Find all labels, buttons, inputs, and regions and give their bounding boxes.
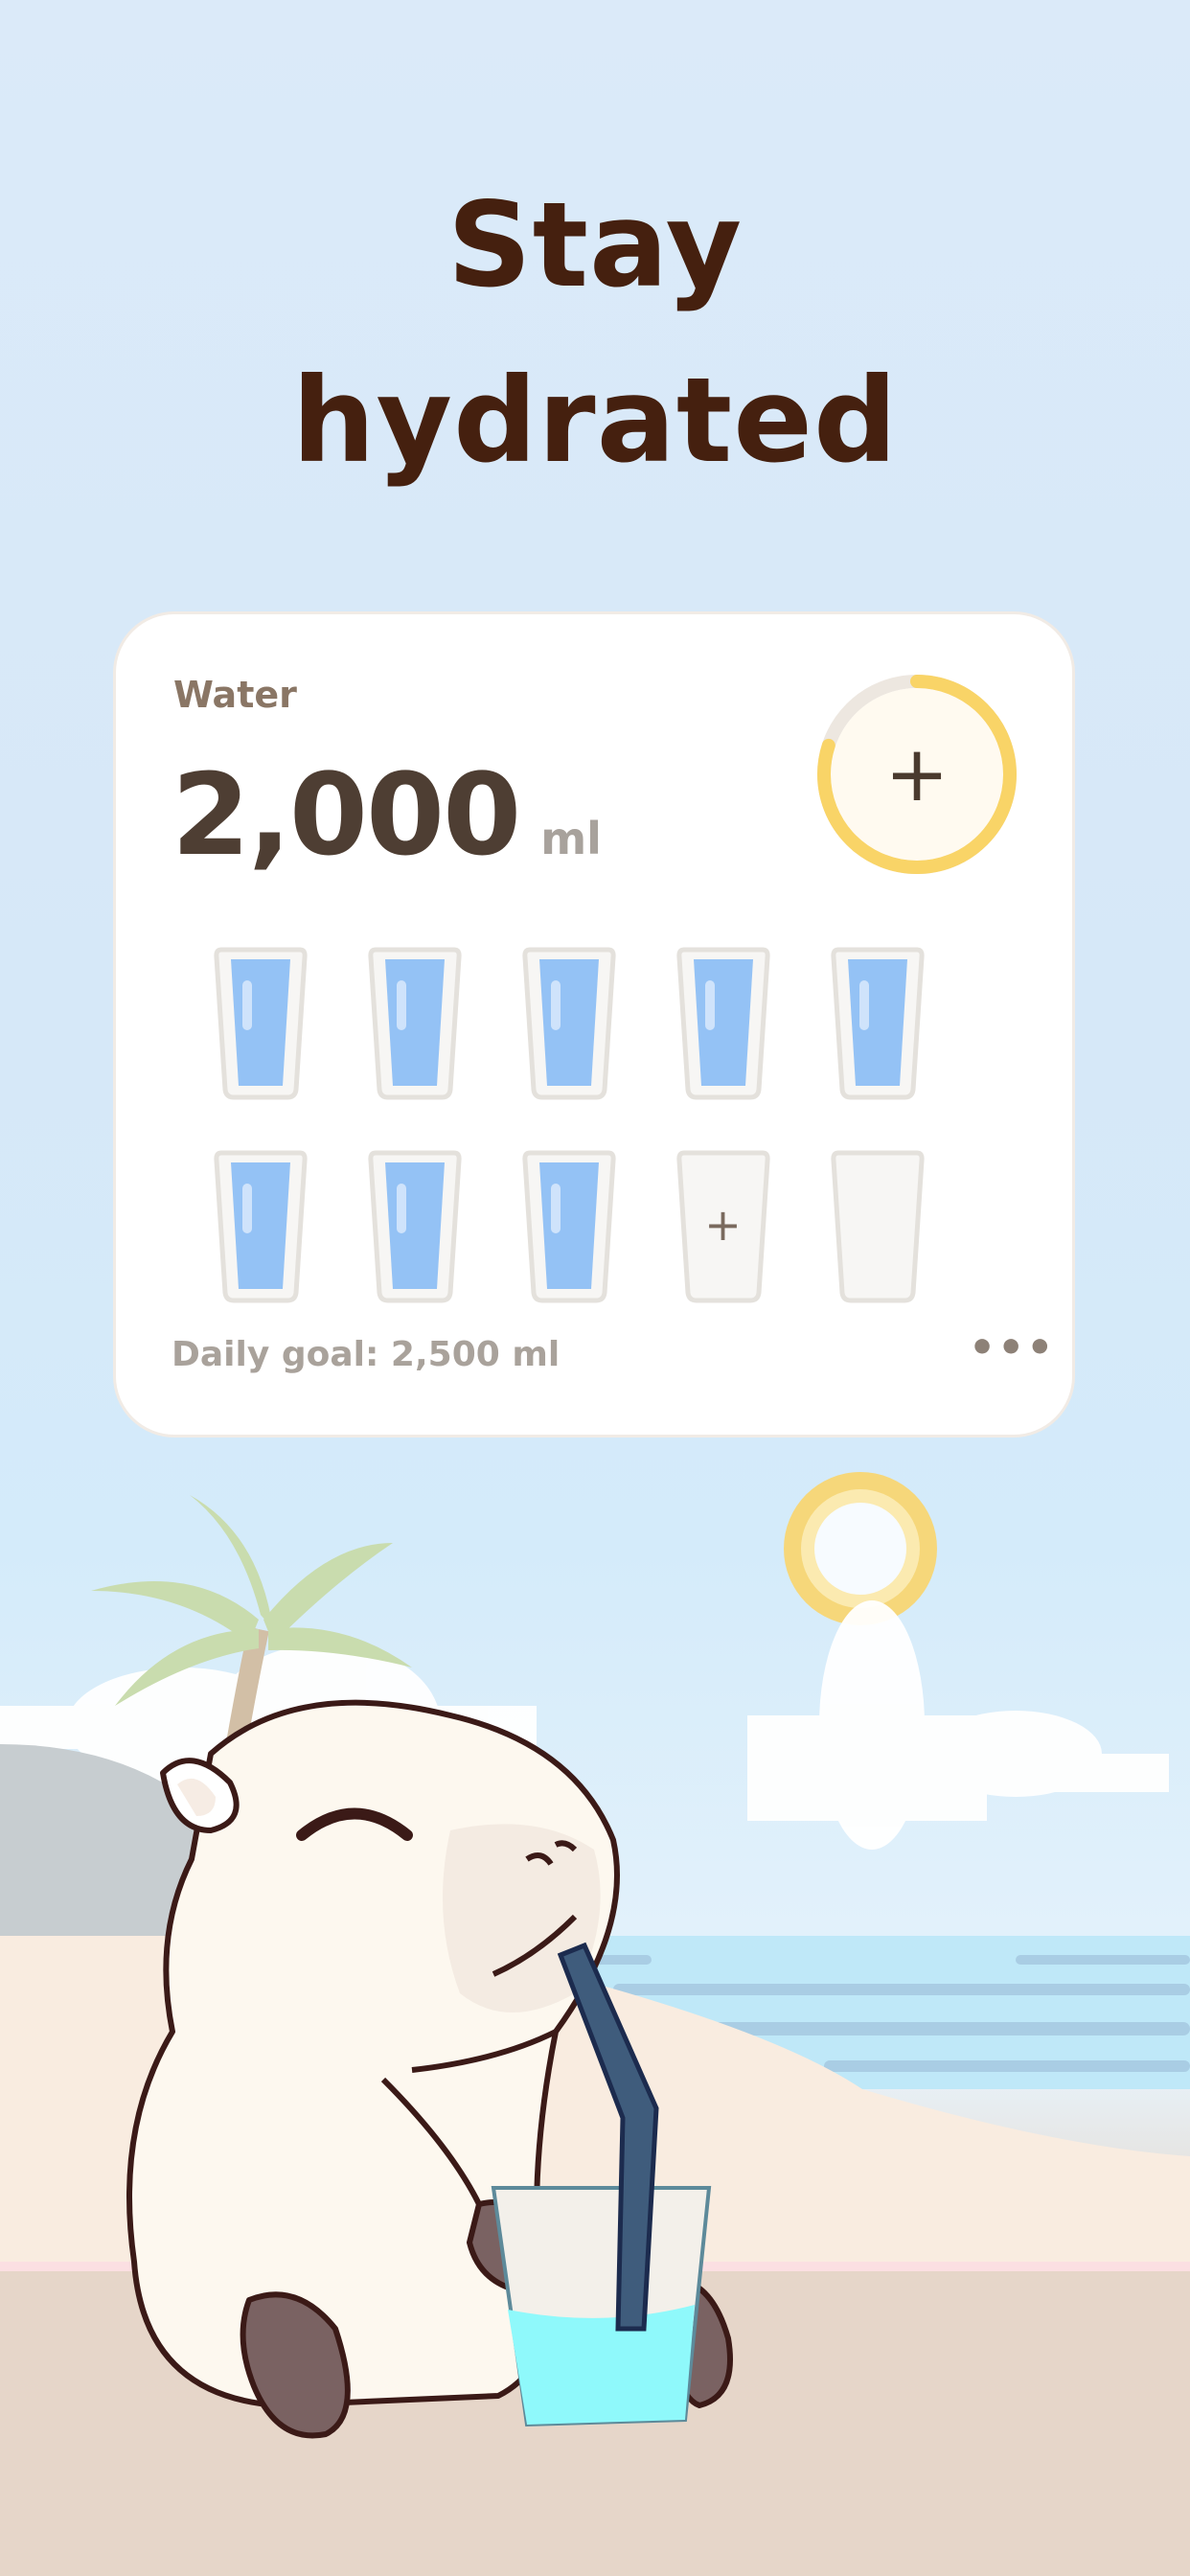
headline-line-1: Stay xyxy=(446,177,744,313)
cup-grid: + xyxy=(183,940,969,1346)
plus-icon: + xyxy=(704,1199,742,1251)
amount-value: 2,000 xyxy=(172,748,521,881)
headline: Stay hydrated xyxy=(0,158,1190,509)
plus-icon: + xyxy=(884,729,950,818)
card-title: Water xyxy=(173,674,297,716)
amount-unit: ml xyxy=(540,813,602,864)
filled-cup-icon[interactable] xyxy=(337,1143,492,1346)
more-options-button[interactable]: ••• xyxy=(969,1323,1055,1372)
water-widget-card: Water 2,000 ml + + Daily goal: 2,500 ml … xyxy=(113,611,1075,1438)
filled-cup-icon[interactable] xyxy=(646,940,800,1143)
filled-cup-icon[interactable] xyxy=(492,940,646,1143)
filled-cup-icon[interactable] xyxy=(800,940,954,1143)
add-cup-button[interactable]: + xyxy=(646,1143,800,1346)
capybara-beach-illustration xyxy=(0,1472,1190,2576)
daily-goal-label: Daily goal: 2,500 ml xyxy=(172,1335,561,1374)
filled-cup-icon[interactable] xyxy=(183,1143,337,1346)
water-amount: 2,000 ml xyxy=(172,748,602,881)
cup-row: + xyxy=(183,1143,969,1346)
filled-cup-icon[interactable] xyxy=(183,940,337,1143)
filled-cup-icon[interactable] xyxy=(337,940,492,1143)
sun-icon xyxy=(784,1472,937,1625)
cup-row xyxy=(183,940,969,1143)
headline-line-2: hydrated xyxy=(291,353,899,489)
filled-cup-icon[interactable] xyxy=(492,1143,646,1346)
empty-cup-icon[interactable] xyxy=(800,1143,954,1346)
add-water-button[interactable]: + xyxy=(817,675,1017,874)
